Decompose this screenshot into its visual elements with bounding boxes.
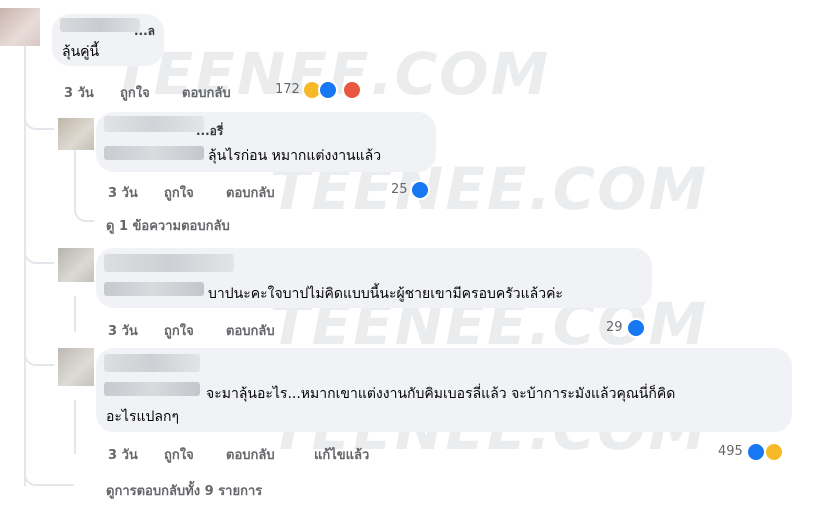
- author-name[interactable]: ...อรี่: [196, 122, 223, 141]
- comment-time[interactable]: 3 วัน: [108, 320, 138, 341]
- reply-button[interactable]: ตอบกลับ: [226, 182, 275, 203]
- reaction-count[interactable]: 495: [718, 444, 743, 459]
- author-name[interactable]: ...ล: [134, 22, 155, 41]
- comment-text: บาปนะคะใจบาปไม่คิดแบบนี้นะผู้ชายเขามีครอ…: [208, 286, 563, 302]
- avatar[interactable]: [58, 248, 94, 282]
- reaction-count[interactable]: 172: [275, 82, 300, 97]
- reaction-count[interactable]: 29: [606, 320, 623, 335]
- reaction-count[interactable]: 25: [391, 182, 408, 197]
- reply-button[interactable]: ตอบกลับ: [182, 82, 231, 103]
- like-icon[interactable]: [626, 318, 646, 338]
- author-name-blurred[interactable]: [104, 116, 204, 132]
- author-name-blurred[interactable]: [60, 18, 140, 32]
- author-name-blurred[interactable]: [104, 254, 234, 272]
- comment-time[interactable]: 3 วัน: [108, 182, 138, 203]
- angry-icon[interactable]: [342, 80, 362, 100]
- comment-time[interactable]: 3 วัน: [64, 82, 94, 103]
- avatar[interactable]: [0, 8, 40, 46]
- thread-connector: [24, 462, 74, 486]
- reply-button[interactable]: ตอบกลับ: [226, 320, 275, 341]
- like-button[interactable]: ถูกใจ: [164, 320, 194, 341]
- like-button[interactable]: ถูกใจ: [164, 182, 194, 203]
- avatar[interactable]: [58, 348, 94, 386]
- thread-connector: [24, 240, 54, 264]
- like-button[interactable]: ถูกใจ: [164, 444, 194, 465]
- like-icon[interactable]: [746, 442, 766, 462]
- view-replies-link[interactable]: ดู 1 ข้อความตอบกลับ: [106, 215, 230, 236]
- avatar[interactable]: [58, 118, 94, 150]
- like-button[interactable]: ถูกใจ: [120, 82, 150, 103]
- comment-text-line2: อะไรแปลกๆ: [106, 409, 179, 425]
- tagged-name-blurred[interactable]: [104, 146, 204, 160]
- reply-button[interactable]: ตอบกลับ: [226, 444, 275, 465]
- comment-time[interactable]: 3 วัน: [108, 444, 138, 465]
- edited-label[interactable]: แก้ไขแล้ว: [314, 444, 369, 465]
- tagged-name-blurred[interactable]: [104, 282, 204, 296]
- like-icon[interactable]: [410, 180, 430, 200]
- comment-text: ลุ้นคู่นี้: [62, 44, 100, 60]
- thread-connector: [74, 200, 94, 222]
- like-icon[interactable]: [318, 80, 338, 100]
- author-name-blurred[interactable]: [104, 354, 200, 372]
- thread-connector: [24, 342, 54, 366]
- view-all-replies-link[interactable]: ดูการตอบกลับทั้ง 9 รายการ: [106, 480, 262, 501]
- thread-line: [74, 296, 76, 332]
- haha-icon[interactable]: [764, 442, 784, 462]
- thread-line: [74, 400, 76, 454]
- thread-connector: [24, 108, 54, 130]
- comment-text: ลุ้นไรก่อน หมากแต่งงานแล้ว: [208, 148, 382, 164]
- comment-text: จะมาลุ้นอะไร...หมากเขาแต่งงานกับคิมเบอรล…: [206, 386, 676, 402]
- tagged-name-blurred[interactable]: [104, 382, 200, 396]
